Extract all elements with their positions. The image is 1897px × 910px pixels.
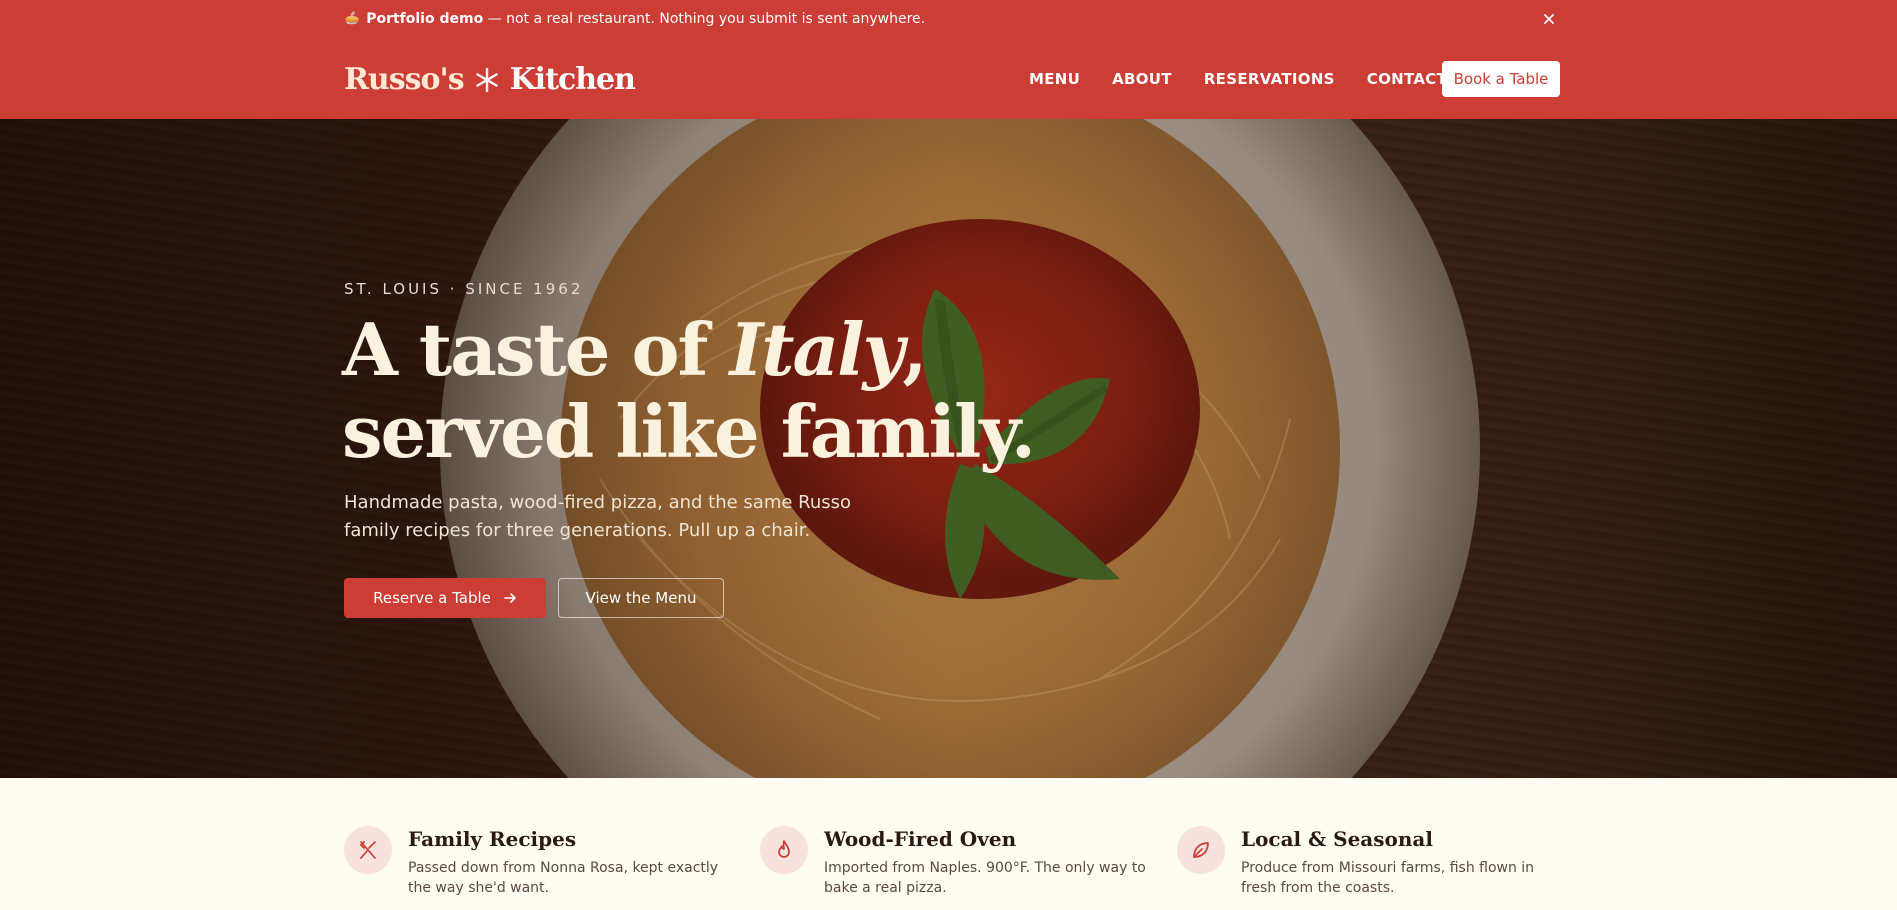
nav-contact[interactable]: CONTACT — [1367, 69, 1447, 89]
feature-text: Produce from Missouri farms, fish flown … — [1241, 860, 1535, 896]
utensils-icon — [344, 826, 392, 874]
feature-text: Passed down from Nonna Rosa, kept exactl… — [408, 860, 719, 896]
feature-title: Wood-Fired Oven — [824, 827, 1017, 851]
pie-icon: 🥧 — [344, 11, 361, 26]
asterisk-icon — [475, 67, 498, 93]
headline-line2: served like family. — [342, 389, 1036, 474]
hero-eyebrow: ST. LOUIS · SINCE 1962 — [344, 280, 584, 298]
nav-menu[interactable]: MENU — [1029, 69, 1080, 89]
banner-text: — not a real restaurant. Nothing you sub… — [483, 11, 926, 27]
close-icon — [1544, 14, 1554, 24]
feature-title: Family Recipes — [408, 827, 577, 851]
feature-text: Imported from Naples. 900°F. The only wa… — [824, 860, 1146, 896]
headline-part-b: , — [902, 307, 927, 392]
brand-name-part1: Russo's — [344, 62, 465, 97]
reserve-table-button[interactable]: Reserve a Table — [344, 578, 546, 618]
hero-lede: Handmade pasta, wood-fired pizza, and th… — [344, 492, 852, 541]
site-header: 🥧 Portfolio demo — not a real restaurant… — [0, 0, 1897, 119]
banner-title: Portfolio demo — [366, 11, 484, 27]
view-menu-button[interactable]: View the Menu — [558, 578, 724, 618]
reserve-table-label: Reserve a Table — [373, 589, 491, 607]
main-nav: MENU ABOUT RESERVATIONS CONTACT — [1029, 69, 1447, 89]
book-table-button[interactable]: Book a Table — [1442, 61, 1560, 97]
brand-name-part2: Kitchen — [509, 62, 636, 97]
headline-emphasis: Italy — [729, 307, 905, 392]
nav-reservations[interactable]: RESERVATIONS — [1204, 69, 1335, 89]
leaf-icon — [1177, 826, 1225, 874]
arrow-right-icon — [504, 593, 516, 603]
nav-about[interactable]: ABOUT — [1112, 69, 1172, 89]
features-strip: Family Recipes Passed down from Nonna Ro… — [0, 778, 1897, 910]
brand-logo[interactable]: Russo's Kitchen — [344, 58, 636, 102]
hero-headline: A taste of Italy, served like family. — [342, 307, 1036, 474]
flame-icon — [760, 826, 808, 874]
demo-banner: 🥧 Portfolio demo — not a real restaurant… — [344, 10, 925, 28]
hero-section: ST. LOUIS · SINCE 1962 A taste of Italy,… — [0, 119, 1897, 778]
headline-part-a: A taste of — [342, 307, 730, 392]
feature-title: Local & Seasonal — [1241, 827, 1433, 851]
close-banner-button[interactable] — [1538, 8, 1560, 30]
